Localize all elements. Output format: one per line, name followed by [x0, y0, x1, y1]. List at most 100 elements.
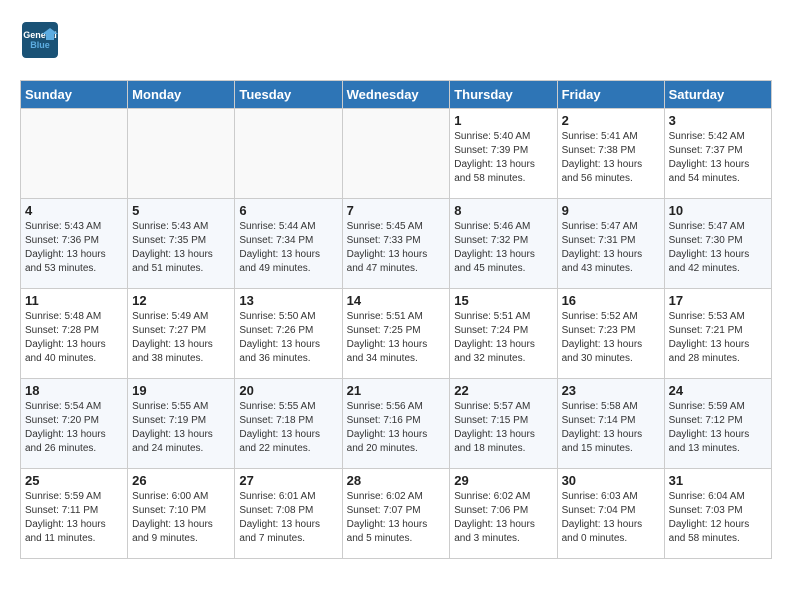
- day-info: Sunrise: 5:42 AM Sunset: 7:37 PM Dayligh…: [669, 130, 767, 186]
- day-info: Sunrise: 5:45 AM Sunset: 7:33 PM Dayligh…: [347, 220, 446, 276]
- day-number: 30: [562, 473, 660, 488]
- day-number: 19: [132, 383, 230, 398]
- day-info: Sunrise: 5:55 AM Sunset: 7:19 PM Dayligh…: [132, 400, 230, 456]
- day-number: 9: [562, 203, 660, 218]
- day-info: Sunrise: 5:50 AM Sunset: 7:26 PM Dayligh…: [239, 310, 337, 366]
- day-number: 7: [347, 203, 446, 218]
- calendar-cell: [235, 109, 342, 199]
- day-number: 3: [669, 113, 767, 128]
- day-info: Sunrise: 5:56 AM Sunset: 7:16 PM Dayligh…: [347, 400, 446, 456]
- day-header-thursday: Thursday: [450, 81, 557, 109]
- day-number: 13: [239, 293, 337, 308]
- day-info: Sunrise: 5:59 AM Sunset: 7:12 PM Dayligh…: [669, 400, 767, 456]
- day-number: 15: [454, 293, 552, 308]
- day-number: 29: [454, 473, 552, 488]
- week-row-3: 11Sunrise: 5:48 AM Sunset: 7:28 PM Dayli…: [21, 289, 772, 379]
- day-info: Sunrise: 5:46 AM Sunset: 7:32 PM Dayligh…: [454, 220, 552, 276]
- calendar-cell: 23 Sunrise: 5:58 AM Sunset: 7:14 PM Dayli…: [557, 379, 664, 469]
- calendar-cell: 26Sunrise: 6:00 AM Sunset: 7:10 PM Dayli…: [128, 469, 235, 559]
- calendar-cell: 20Sunrise: 5:55 AM Sunset: 7:18 PM Dayli…: [235, 379, 342, 469]
- calendar-cell: 21 Sunrise: 5:56 AM Sunset: 7:16 PM Dayli…: [342, 379, 450, 469]
- calendar-cell: 17 Sunrise: 5:53 AM Sunset: 7:21 PM Dayli…: [664, 289, 771, 379]
- day-header-sunday: Sunday: [21, 81, 128, 109]
- day-info: Sunrise: 5:49 AM Sunset: 7:27 PM Dayligh…: [132, 310, 230, 366]
- day-number: 17: [669, 293, 767, 308]
- calendar-cell: 5Sunrise: 5:43 AM Sunset: 7:35 PM Daylig…: [128, 199, 235, 289]
- calendar-cell: 9 Sunrise: 5:47 AM Sunset: 7:31 PM Daylig…: [557, 199, 664, 289]
- logo: General Blue: [20, 20, 66, 60]
- day-number: 31: [669, 473, 767, 488]
- day-info: Sunrise: 5:40 AM Sunset: 7:39 PM Dayligh…: [454, 130, 552, 186]
- day-number: 11: [25, 293, 123, 308]
- day-info: Sunrise: 5:51 AM Sunset: 7:25 PM Dayligh…: [347, 310, 446, 366]
- day-info: Sunrise: 6:03 AM Sunset: 7:04 PM Dayligh…: [562, 490, 660, 546]
- day-header-wednesday: Wednesday: [342, 81, 450, 109]
- day-info: Sunrise: 5:51 AM Sunset: 7:24 PM Dayligh…: [454, 310, 552, 366]
- calendar-cell: 12 Sunrise: 5:49 AM Sunset: 7:27 PM Dayli…: [128, 289, 235, 379]
- calendar-cell: 18 Sunrise: 5:54 AM Sunset: 7:20 PM Dayli…: [21, 379, 128, 469]
- day-info: Sunrise: 5:54 AM Sunset: 7:20 PM Dayligh…: [25, 400, 123, 456]
- calendar-cell: 11Sunrise: 5:48 AM Sunset: 7:28 PM Dayli…: [21, 289, 128, 379]
- week-row-5: 25 Sunrise: 5:59 AM Sunset: 7:11 PM Dayli…: [21, 469, 772, 559]
- day-info: Sunrise: 5:47 AM Sunset: 7:30 PM Dayligh…: [669, 220, 767, 276]
- calendar-cell: 1Sunrise: 5:40 AM Sunset: 7:39 PM Daylig…: [450, 109, 557, 199]
- day-info: Sunrise: 5:43 AM Sunset: 7:36 PM Dayligh…: [25, 220, 123, 276]
- day-info: Sunrise: 6:00 AM Sunset: 7:10 PM Dayligh…: [132, 490, 230, 546]
- calendar-cell: [21, 109, 128, 199]
- calendar-cell: 10Sunrise: 5:47 AM Sunset: 7:30 PM Dayli…: [664, 199, 771, 289]
- calendar-cell: 29 Sunrise: 6:02 AM Sunset: 7:06 PM Dayli…: [450, 469, 557, 559]
- day-header-monday: Monday: [128, 81, 235, 109]
- calendar-cell: 15 Sunrise: 5:51 AM Sunset: 7:24 PM Dayli…: [450, 289, 557, 379]
- calendar-cell: 2 Sunrise: 5:41 AM Sunset: 7:38 PM Daylig…: [557, 109, 664, 199]
- day-info: Sunrise: 5:53 AM Sunset: 7:21 PM Dayligh…: [669, 310, 767, 366]
- calendar-cell: 25 Sunrise: 5:59 AM Sunset: 7:11 PM Dayli…: [21, 469, 128, 559]
- day-info: Sunrise: 5:52 AM Sunset: 7:23 PM Dayligh…: [562, 310, 660, 366]
- day-number: 18: [25, 383, 123, 398]
- day-info: Sunrise: 5:57 AM Sunset: 7:15 PM Dayligh…: [454, 400, 552, 456]
- calendar-cell: 8Sunrise: 5:46 AM Sunset: 7:32 PM Daylig…: [450, 199, 557, 289]
- calendar-cell: 19 Sunrise: 5:55 AM Sunset: 7:19 PM Dayli…: [128, 379, 235, 469]
- day-header-tuesday: Tuesday: [235, 81, 342, 109]
- day-number: 12: [132, 293, 230, 308]
- day-info: Sunrise: 6:02 AM Sunset: 7:07 PM Dayligh…: [347, 490, 446, 546]
- calendar-table: SundayMondayTuesdayWednesdayThursdayFrid…: [20, 80, 772, 559]
- calendar-cell: 27Sunrise: 6:01 AM Sunset: 7:08 PM Dayli…: [235, 469, 342, 559]
- calendar-cell: 16 Sunrise: 5:52 AM Sunset: 7:23 PM Dayli…: [557, 289, 664, 379]
- calendar-cell: 22Sunrise: 5:57 AM Sunset: 7:15 PM Dayli…: [450, 379, 557, 469]
- week-row-1: 1Sunrise: 5:40 AM Sunset: 7:39 PM Daylig…: [21, 109, 772, 199]
- day-number: 21: [347, 383, 446, 398]
- calendar-cell: 4 Sunrise: 5:43 AM Sunset: 7:36 PM Daylig…: [21, 199, 128, 289]
- svg-text:Blue: Blue: [30, 40, 50, 50]
- day-number: 25: [25, 473, 123, 488]
- calendar-cell: 13 Sunrise: 5:50 AM Sunset: 7:26 PM Dayli…: [235, 289, 342, 379]
- day-info: Sunrise: 5:59 AM Sunset: 7:11 PM Dayligh…: [25, 490, 123, 546]
- day-number: 4: [25, 203, 123, 218]
- day-header-friday: Friday: [557, 81, 664, 109]
- day-number: 14: [347, 293, 446, 308]
- calendar-cell: 6Sunrise: 5:44 AM Sunset: 7:34 PM Daylig…: [235, 199, 342, 289]
- day-info: Sunrise: 6:04 AM Sunset: 7:03 PM Dayligh…: [669, 490, 767, 546]
- calendar-cell: 14 Sunrise: 5:51 AM Sunset: 7:25 PM Dayli…: [342, 289, 450, 379]
- calendar-cell: [342, 109, 450, 199]
- logo-icon: General Blue: [20, 20, 60, 60]
- day-number: 23: [562, 383, 660, 398]
- header-row: SundayMondayTuesdayWednesdayThursdayFrid…: [21, 81, 772, 109]
- day-number: 28: [347, 473, 446, 488]
- day-info: Sunrise: 5:58 AM Sunset: 7:14 PM Dayligh…: [562, 400, 660, 456]
- calendar-cell: 24 Sunrise: 5:59 AM Sunset: 7:12 PM Dayli…: [664, 379, 771, 469]
- day-number: 2: [562, 113, 660, 128]
- week-row-4: 18 Sunrise: 5:54 AM Sunset: 7:20 PM Dayli…: [21, 379, 772, 469]
- day-number: 5: [132, 203, 230, 218]
- day-info: Sunrise: 5:47 AM Sunset: 7:31 PM Dayligh…: [562, 220, 660, 276]
- calendar-cell: 28 Sunrise: 6:02 AM Sunset: 7:07 PM Dayli…: [342, 469, 450, 559]
- day-info: Sunrise: 6:02 AM Sunset: 7:06 PM Dayligh…: [454, 490, 552, 546]
- calendar-cell: 7 Sunrise: 5:45 AM Sunset: 7:33 PM Daylig…: [342, 199, 450, 289]
- day-info: Sunrise: 5:41 AM Sunset: 7:38 PM Dayligh…: [562, 130, 660, 186]
- day-number: 24: [669, 383, 767, 398]
- day-info: Sunrise: 6:01 AM Sunset: 7:08 PM Dayligh…: [239, 490, 337, 546]
- day-number: 16: [562, 293, 660, 308]
- day-info: Sunrise: 5:44 AM Sunset: 7:34 PM Dayligh…: [239, 220, 337, 276]
- day-number: 20: [239, 383, 337, 398]
- day-header-saturday: Saturday: [664, 81, 771, 109]
- calendar-cell: 3 Sunrise: 5:42 AM Sunset: 7:37 PM Daylig…: [664, 109, 771, 199]
